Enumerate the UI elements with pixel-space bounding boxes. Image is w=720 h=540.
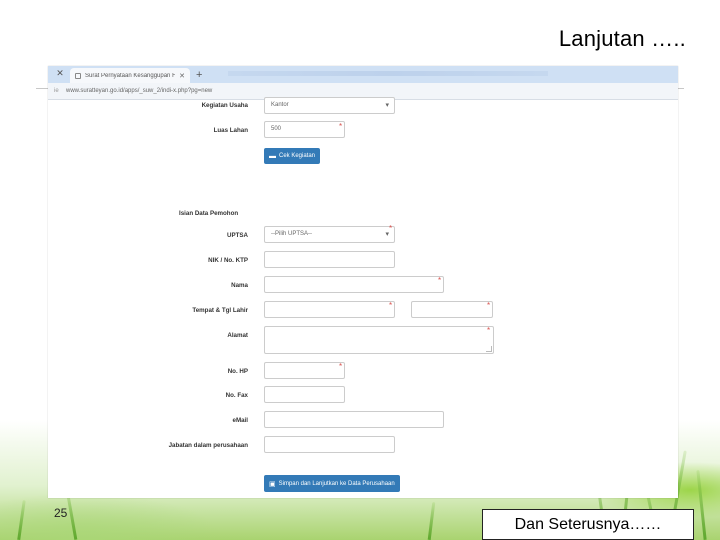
uptsa-select[interactable]: --Pilih UPTSA-- bbox=[264, 226, 395, 243]
grass-blade bbox=[17, 499, 26, 540]
browser-tab[interactable]: Surat Pernyataan Kesanggupan F ✕ bbox=[70, 68, 190, 83]
blurred-window-title bbox=[228, 71, 548, 76]
alamat-textarea[interactable] bbox=[264, 326, 494, 354]
jabatan-label: Jabatan dalam perusahaan bbox=[168, 442, 248, 449]
required-mark: * bbox=[389, 301, 393, 310]
slide-title: Lanjutan ….. bbox=[558, 26, 686, 51]
registration-form: Kegiatan Usaha Kantor Luas Lahan 500 * ▬… bbox=[48, 97, 678, 498]
folder-icon: ▬ bbox=[269, 152, 276, 160]
alamat-label: Alamat bbox=[227, 332, 248, 339]
prev-tab-close-icon[interactable]: ✕ bbox=[54, 68, 66, 79]
hp-label: No. HP bbox=[227, 368, 248, 375]
section-title: Isian Data Pemohon bbox=[179, 210, 239, 217]
required-mark: * bbox=[487, 301, 491, 310]
fax-input[interactable] bbox=[264, 386, 345, 403]
required-mark: * bbox=[389, 224, 393, 233]
save-icon: ▣ bbox=[269, 480, 276, 488]
kegiatan-usaha-select[interactable]: Kantor bbox=[264, 97, 395, 114]
simpan-lanjutkan-button[interactable]: ▣ Simpan dan Lanjutkan ke Data Perusahaa… bbox=[264, 475, 400, 492]
required-mark: * bbox=[339, 362, 343, 371]
email-label: eMail bbox=[232, 417, 248, 424]
jabatan-input[interactable] bbox=[264, 436, 395, 453]
next-caption-box: Dan Seterusnya…… bbox=[482, 509, 694, 540]
required-mark: * bbox=[487, 326, 491, 335]
grass-blade bbox=[696, 470, 707, 540]
browser-screenshot: ✕ Surat Pernyataan Kesanggupan F ✕ + ie … bbox=[48, 66, 678, 498]
browser-tab-bar: ✕ Surat Pernyataan Kesanggupan F ✕ + bbox=[48, 66, 678, 83]
luas-lahan-label: Luas Lahan bbox=[213, 127, 248, 134]
next-caption: Dan Seterusnya…… bbox=[514, 515, 662, 533]
grass-blade bbox=[427, 501, 436, 540]
new-tab-icon[interactable]: + bbox=[196, 69, 202, 81]
page-number: 25 bbox=[54, 506, 68, 520]
required-mark: * bbox=[339, 122, 343, 131]
email-input[interactable] bbox=[264, 411, 444, 428]
nik-label: NIK / No. KTP bbox=[208, 257, 248, 264]
uptsa-label: UPTSA bbox=[227, 232, 248, 239]
address-url[interactable]: www.suratteyan.go.id/apps/_suw_2/indi-x.… bbox=[66, 88, 212, 94]
required-mark: * bbox=[438, 276, 442, 285]
ttl-label: Tempat & Tgl Lahir bbox=[192, 307, 248, 314]
cek-kegiatan-label: Cek Kegiatan bbox=[279, 153, 316, 159]
luas-lahan-input[interactable]: 500 bbox=[264, 121, 345, 138]
hp-input[interactable] bbox=[264, 362, 345, 379]
fax-label: No. Fax bbox=[225, 392, 248, 399]
tab-title: Surat Pernyataan Kesanggupan F bbox=[85, 72, 176, 79]
nama-input[interactable] bbox=[264, 276, 444, 293]
address-prefix: ie bbox=[54, 88, 59, 94]
resize-handle-icon[interactable] bbox=[486, 346, 492, 352]
kegiatan-usaha-label: Kegiatan Usaha bbox=[201, 102, 248, 109]
cek-kegiatan-button[interactable]: ▬ Cek Kegiatan bbox=[264, 148, 321, 164]
page-favicon-icon bbox=[75, 72, 81, 79]
tab-close-icon[interactable]: ✕ bbox=[179, 72, 185, 80]
tempat-lahir-input[interactable] bbox=[264, 301, 395, 318]
nik-input[interactable] bbox=[264, 251, 395, 268]
nama-label: Nama bbox=[231, 282, 248, 289]
simpan-lanjutkan-label: Simpan dan Lanjutkan ke Data Perusahaan bbox=[278, 480, 395, 487]
tgl-lahir-input[interactable] bbox=[411, 301, 493, 318]
